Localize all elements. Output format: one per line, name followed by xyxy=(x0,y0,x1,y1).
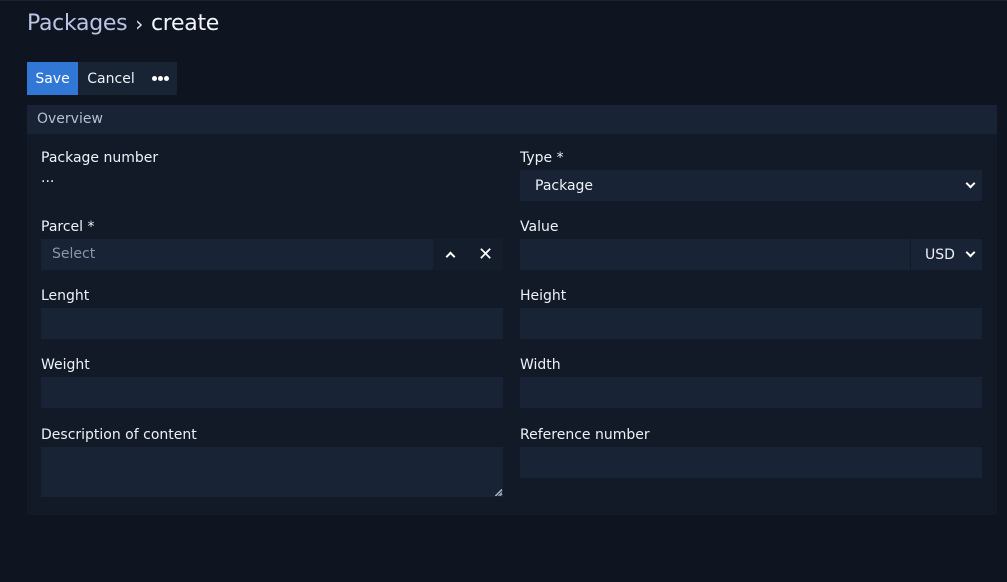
parcel-label: Parcel * xyxy=(41,219,95,235)
height-field: Height xyxy=(520,287,982,339)
description-field: Description of content xyxy=(41,426,503,497)
type-field: Type * Package xyxy=(520,149,982,201)
width-input[interactable] xyxy=(520,377,982,408)
weight-label: Weight xyxy=(41,357,90,373)
width-field: Width xyxy=(520,356,982,408)
value-label: Value xyxy=(520,219,559,235)
height-input[interactable] xyxy=(520,308,982,339)
type-select[interactable]: Package xyxy=(520,170,982,201)
type-label: Type * xyxy=(520,150,564,166)
page: Packages › create Save Cancel Overview P… xyxy=(0,0,1007,582)
breadcrumb: Packages › create xyxy=(27,9,219,39)
type-selected-value: Package xyxy=(535,177,594,194)
resize-handle-icon[interactable] xyxy=(495,489,502,496)
value-field: Value USD xyxy=(520,218,982,270)
parcel-field: Parcel * Select ✕ xyxy=(41,218,503,270)
length-label: Lenght xyxy=(41,288,90,304)
value-input-group: USD xyxy=(520,239,982,270)
description-textarea[interactable] xyxy=(41,447,503,497)
package-number-value: ... xyxy=(41,170,55,186)
height-label: Height xyxy=(520,288,567,304)
length-field: Lenght xyxy=(41,287,503,339)
parcel-clear-button[interactable]: ✕ xyxy=(468,239,503,270)
width-label: Width xyxy=(520,357,561,373)
reference-number-input[interactable] xyxy=(520,447,982,478)
currency-selected-value: USD xyxy=(925,246,955,263)
close-icon: ✕ xyxy=(477,243,494,265)
reference-number-label: Reference number xyxy=(520,427,650,443)
weight-field: Weight xyxy=(41,356,503,408)
parcel-input[interactable]: Select xyxy=(41,239,433,270)
package-number-label: Package number xyxy=(41,150,159,166)
save-button[interactable]: Save xyxy=(27,62,78,95)
chevron-up-icon xyxy=(445,251,456,262)
package-number-field: Package number ... xyxy=(41,149,503,185)
parcel-combobox[interactable]: Select ✕ xyxy=(41,239,503,270)
parcel-toggle-button[interactable] xyxy=(433,239,468,270)
chevron-down-icon xyxy=(965,247,976,258)
overview-card: Overview Package number ... Type * Packa… xyxy=(27,105,997,515)
more-actions-button[interactable] xyxy=(144,62,177,95)
cancel-button[interactable]: Cancel xyxy=(78,62,144,95)
weight-input[interactable] xyxy=(41,377,503,408)
ellipsis-icon xyxy=(152,76,169,81)
breadcrumb-current: create xyxy=(150,11,220,36)
currency-select[interactable]: USD xyxy=(911,239,982,270)
description-label: Description of content xyxy=(41,427,197,443)
breadcrumb-packages-link[interactable]: Packages xyxy=(27,9,128,39)
reference-number-field: Reference number xyxy=(520,426,982,478)
toolbar: Save Cancel xyxy=(27,62,177,95)
length-input[interactable] xyxy=(41,308,503,339)
chevron-down-icon xyxy=(965,178,976,189)
card-title: Overview xyxy=(27,105,997,134)
value-input[interactable] xyxy=(520,239,910,270)
breadcrumb-separator: › xyxy=(135,12,143,36)
